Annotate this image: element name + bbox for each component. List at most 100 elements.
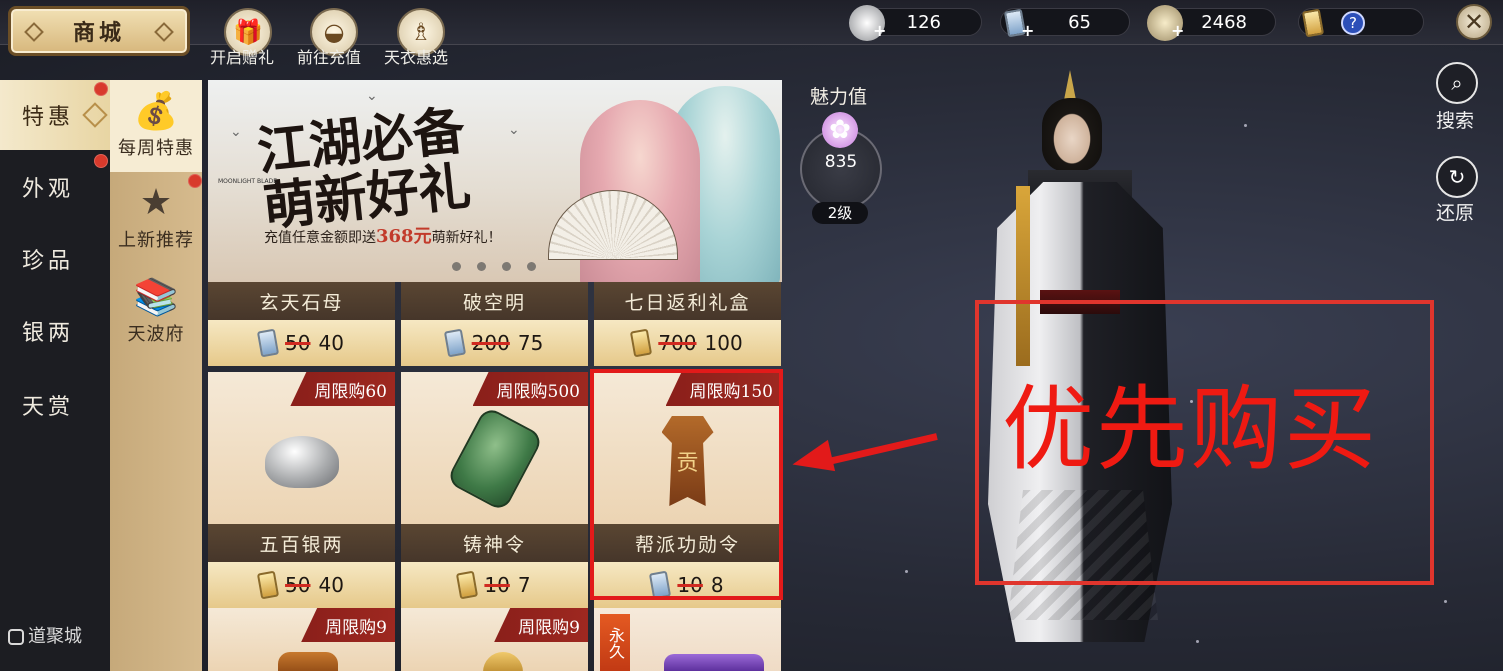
item-name: 破空明 [401, 282, 588, 320]
tab-weekly-specials[interactable]: 💰 每周特惠 [110, 80, 202, 172]
item-image [483, 652, 523, 671]
star-wreath-icon: ★ [139, 182, 173, 223]
shop-item-card[interactable]: 周限购9 [208, 608, 395, 671]
sidebar-item-silver[interactable]: 银两 [0, 296, 110, 366]
banner-subtitle: 充值任意金额即送368元萌新好礼！ [264, 222, 502, 248]
charm-label: 魅力值 [810, 86, 868, 108]
reset-button[interactable]: ↻ [1436, 156, 1478, 198]
gold-ticket-icon [630, 328, 653, 358]
gift-label[interactable]: 开启赠礼 [210, 44, 274, 68]
shop-item-card[interactable]: 破空明 200 75 [401, 282, 588, 366]
carousel-dot[interactable] [527, 262, 536, 271]
logo-text: 道聚城 [28, 626, 82, 647]
tab-tianbo-mansion[interactable]: 📚 天波府 [110, 266, 202, 358]
ornament-icon [24, 22, 44, 42]
sidebar-item-rewards[interactable]: 天赏 [0, 370, 110, 440]
close-icon: ✕ [1463, 8, 1485, 36]
ornament-icon [154, 22, 174, 42]
sale-price: 7 [517, 573, 531, 597]
sale-price: 75 [517, 331, 544, 355]
sidebar-item-label: 珍品 [22, 249, 75, 274]
shop-item-card[interactable]: 七日返利礼盒 700 100 [594, 282, 781, 366]
add-icon[interactable]: + [873, 21, 886, 40]
add-icon[interactable]: + [1171, 21, 1184, 40]
shop-item-card[interactable]: 周限购9 [401, 608, 588, 671]
gold-ticket-icon [1295, 5, 1331, 41]
silver-ingot-icon [264, 416, 339, 488]
category-sidebar: 特惠 外观 珍品 银两 天赏 [0, 80, 110, 671]
original-price: 50 [285, 331, 311, 355]
jade-token-icon [445, 405, 544, 513]
character-head [1042, 98, 1102, 172]
arrow-head-icon [788, 439, 836, 481]
brand-logo: MOONLIGHT BLADE [218, 178, 278, 185]
recharge-label[interactable]: 前往充值 [297, 44, 361, 68]
silver-amount: 126 [906, 12, 941, 33]
add-icon[interactable]: + [1021, 21, 1034, 40]
blue-ticket-amount: 65 [1068, 12, 1091, 33]
carousel-dot[interactable] [477, 262, 486, 271]
coin-pouch-currency[interactable]: + 2468 [1147, 5, 1276, 41]
tab-label: 天波府 [127, 324, 185, 345]
buy-button[interactable]: 200 75 [401, 320, 588, 366]
highlight-box-item [590, 369, 783, 600]
gold-ticket-icon [456, 570, 479, 600]
item-preview: 周限购9 [208, 608, 395, 671]
item-preview: 周限购500 [401, 372, 588, 524]
app-logo: 道聚城 [8, 622, 82, 648]
bird-decoration: ⌄ [366, 88, 378, 104]
tab-new-arrivals[interactable]: ★ 上新推荐 [110, 172, 202, 264]
shop-item-card[interactable]: 玄天石母 50 40 [208, 282, 395, 366]
buy-button[interactable]: 50 40 [208, 320, 395, 366]
page-title: 商城 [72, 20, 125, 46]
shop-item-card[interactable]: 周限购500 铸神令 10 7 [401, 372, 588, 608]
shop-item-card[interactable]: 永久 [594, 608, 781, 671]
buy-button[interactable]: 700 100 [594, 320, 781, 366]
purchase-limit-tag: 周限购9 [301, 608, 395, 642]
buy-button[interactable]: 50 40 [208, 562, 395, 608]
hairpin-icon [1064, 70, 1076, 100]
shop-item-card[interactable]: 周限购60 五百银两 50 40 [208, 372, 395, 608]
original-price: 10 [484, 573, 510, 597]
blue-ticket-currency[interactable]: + 65 [1000, 8, 1130, 40]
promo-banner[interactable]: ⌄ ⌄ ⌄ 江湖必备 萌新好礼 MOONLIGHT BLADE 充值任意金额即送… [208, 80, 782, 282]
search-button[interactable]: ⌕ [1436, 62, 1478, 104]
original-price: 50 [285, 573, 311, 597]
sidebar-item-label: 外观 [22, 177, 75, 202]
bird-decoration: ⌄ [230, 124, 242, 140]
item-preview: 永久 [594, 608, 781, 671]
notification-dot [94, 154, 108, 168]
gold-ticket-currency[interactable]: ? [1298, 8, 1424, 38]
buy-button[interactable]: 10 7 [401, 562, 588, 608]
silver-currency[interactable]: + 126 [849, 5, 982, 41]
close-button[interactable]: ✕ [1456, 4, 1492, 40]
item-name: 玄天石母 [208, 282, 395, 320]
banner-subtitle-amount: 368元 [376, 226, 432, 247]
book-stack-icon: 📚 [133, 277, 179, 318]
refresh-icon: ↻ [1448, 165, 1466, 189]
flower-icon: ✿ [822, 112, 858, 148]
purchase-limit-tag: 周限购9 [494, 608, 588, 642]
item-preview: 周限购60 [208, 372, 395, 524]
sidebar-item-treasures[interactable]: 珍品 [0, 224, 110, 294]
carousel-dot[interactable] [452, 262, 461, 271]
item-image [278, 652, 338, 671]
item-preview: 周限购9 [401, 608, 588, 671]
item-name: 七日返利礼盒 [594, 282, 781, 320]
sidebar-item-label: 银两 [22, 321, 75, 346]
sale-price: 100 [704, 331, 743, 355]
moneybag-icon: 💰 [133, 91, 179, 132]
sidebar-item-label: 特惠 [22, 105, 75, 130]
carousel-dot[interactable] [502, 262, 511, 271]
blue-ticket-icon [443, 328, 466, 358]
help-icon[interactable]: ? [1341, 11, 1365, 35]
outfit-selection-label[interactable]: 天衣惠选 [384, 44, 448, 68]
search-label[interactable]: 搜索 [1436, 106, 1474, 133]
annotation-text: 优先购买 [1002, 376, 1379, 483]
sale-price: 40 [318, 331, 344, 355]
carousel-indicator[interactable] [452, 262, 536, 271]
tab-label: 每周特惠 [118, 138, 194, 159]
item-image [664, 654, 764, 671]
reset-label[interactable]: 还原 [1436, 198, 1474, 225]
notification-dot [188, 174, 202, 188]
